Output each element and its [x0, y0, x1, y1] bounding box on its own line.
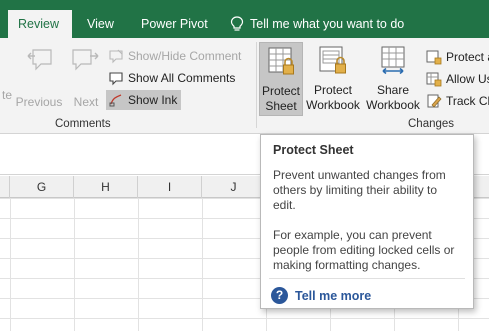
next-comment-label: Next — [73, 95, 99, 109]
help-icon: ? — [271, 287, 288, 304]
show-ink-label: Show Ink — [128, 93, 178, 107]
next-comment-icon — [72, 49, 99, 71]
show-hide-comment-icon — [109, 49, 123, 64]
show-all-comments-icon — [109, 72, 123, 86]
protect-sheet-label-2: Sheet — [265, 99, 297, 113]
allow-users-label: Allow Us — [446, 72, 489, 86]
share-workbook-icon — [381, 46, 405, 75]
delete-comment-label: te — [1, 88, 12, 102]
protect-sheet-label-1: Protect — [261, 84, 300, 98]
lightbulb-icon — [230, 16, 244, 31]
changes-group-label: Changes — [408, 118, 455, 130]
comments-group-label: Comments — [55, 118, 111, 130]
previous-comment-label: Previous — [15, 95, 63, 109]
ribbon: te Previous Next Show/Hide Comment Show … — [0, 38, 489, 134]
delete-comment-button[interactable]: te — [0, 44, 12, 103]
tab-view[interactable]: View — [77, 10, 124, 38]
tell-me-more-link[interactable]: ? Tell me more — [271, 287, 371, 304]
protect-and-share-button[interactable]: Protect a — [426, 47, 489, 67]
show-hide-comment-label: Show/Hide Comment — [128, 49, 242, 63]
track-changes-button[interactable]: Track Ch — [426, 91, 489, 111]
protect-share-icon — [426, 50, 442, 65]
protect-and-share-label: Protect a — [446, 50, 489, 64]
ink-pen-icon — [109, 94, 122, 107]
column-header-g[interactable]: G — [10, 176, 74, 198]
allow-users-icon — [426, 72, 442, 87]
tooltip-example: For example, you can prevent people from… — [273, 228, 455, 272]
tab-power-pivot[interactable]: Power Pivot — [131, 10, 218, 38]
share-workbook-label-2: Workbook — [366, 98, 420, 112]
show-hide-comment-button[interactable]: Show/Hide Comment — [108, 46, 241, 66]
next-comment-button[interactable]: Next — [68, 44, 104, 110]
tooltip-divider — [269, 278, 465, 279]
track-changes-label: Track Ch — [446, 94, 489, 108]
show-ink-button[interactable]: Show Ink — [106, 90, 182, 110]
tell-me-box[interactable]: Tell me what you want to do — [230, 10, 404, 38]
track-changes-icon — [427, 94, 442, 108]
protect-sheet-button[interactable]: Protect Sheet — [259, 42, 303, 116]
column-header-partial[interactable] — [0, 176, 10, 198]
protect-sheet-tooltip: Protect Sheet Prevent unwanted changes f… — [260, 134, 474, 309]
ribbon-tab-bar: Review View Power Pivot Tell me what you… — [0, 0, 489, 38]
tell-me-more-label: Tell me more — [295, 288, 372, 303]
protect-workbook-icon — [319, 46, 346, 74]
protect-workbook-label-1: Protect — [313, 83, 352, 97]
allow-users-button[interactable]: Allow Us — [426, 69, 489, 89]
share-workbook-button[interactable]: Share Workbook — [364, 44, 422, 113]
column-header-i[interactable]: I — [138, 176, 202, 198]
tab-review[interactable]: Review — [8, 10, 72, 38]
tooltip-description: Prevent unwanted changes from others by … — [273, 168, 446, 212]
protect-workbook-button[interactable]: Protect Workbook — [304, 44, 362, 113]
show-all-comments-label: Show All Comments — [128, 71, 236, 85]
share-workbook-label-1: Share — [376, 83, 410, 97]
previous-comment-icon — [27, 49, 52, 71]
ribbon-group-separator — [256, 42, 257, 128]
show-all-comments-button[interactable]: Show All Comments — [108, 68, 235, 88]
column-header-j[interactable]: J — [202, 176, 266, 198]
tooltip-title: Protect Sheet — [273, 143, 354, 157]
protect-workbook-label-2: Workbook — [306, 98, 360, 112]
protect-sheet-icon — [268, 47, 294, 75]
previous-comment-button[interactable]: Previous — [14, 44, 64, 110]
column-header-h[interactable]: H — [74, 176, 138, 198]
tell-me-label: Tell me what you want to do — [250, 17, 405, 31]
